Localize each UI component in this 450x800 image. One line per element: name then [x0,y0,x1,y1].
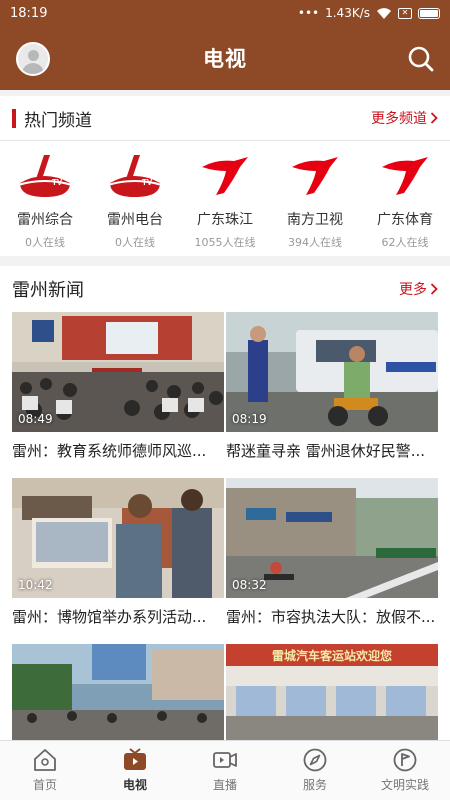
guangdong-tv-logo [382,157,428,195]
tab-service[interactable]: 服务 [270,741,360,800]
tab-label: 首页 [32,778,57,792]
tab-label: 直播 [212,778,237,792]
channel-name: 雷州电台 [107,212,163,228]
more-channels-label: 更多频道 [371,111,427,127]
home-icon [34,749,56,771]
news-title: 雷州新闻 [12,280,84,301]
news-card[interactable] [12,644,224,740]
tv-icon [124,748,146,770]
app-header: 电视 [0,26,450,90]
tab-home[interactable]: 首页 [0,741,90,800]
news-card[interactable]: 雷城汽车客运站欢迎您 [226,644,438,740]
tab-label: 文明实践 [380,778,429,792]
channel-name: 南方卫视 [287,212,343,228]
guangdong-tv-logo [292,157,338,195]
status-dots: ••• [297,6,320,20]
tab-civilization[interactable]: 文明实践 [360,741,450,800]
news-thumbnail: 08:32 [226,478,438,598]
channel-item[interactable]: TV 雷州电台 0人在线 [90,141,180,256]
svg-text:TV: TV [52,178,63,187]
news-card-title: 雷州：博物馆举办系列活动... [12,608,207,626]
news-thumbnail: 08:19 [226,312,438,432]
channel-online-count: 1055人在线 [194,236,256,249]
news-card[interactable]: 08:19 帮迷童寻亲 雷州退休好民警... [226,312,438,461]
guangdong-tv-logo [202,157,248,195]
news-card[interactable]: 08:49 雷州：教育系统师德师风巡... [12,312,224,461]
channel-name: 广东体育 [377,212,433,228]
tab-label: 电视 [122,778,147,792]
video-duration: 08:19 [232,412,267,426]
svg-text:TV: TV [142,178,153,187]
flag-icon [393,748,417,772]
bottom-tab-bar: 首页 电视 直播 服务 文明实践 [0,740,450,800]
station-banner-text: 雷城汽车客运站欢迎您 [272,648,392,663]
chevron-right-icon [430,112,438,124]
channel-item[interactable]: 广东体育 62人在线 [360,141,450,256]
news-card-title: 雷州：市容执法大队：放假不... [226,608,436,626]
channel-item[interactable]: TV 雷州综合 0人在线 [0,141,90,256]
channel-online-count: 394人在线 [288,236,342,249]
channel-item[interactable]: 广东珠江 1055人在线 [180,141,270,256]
leizhou-tv-logo: TV [107,155,163,197]
news-thumbnail [12,644,224,740]
channel-online-count: 62人在线 [381,236,429,249]
leizhou-tv-logo: TV [17,155,73,197]
video-camera-icon [213,752,237,768]
more-news-label: 更多 [399,282,427,298]
tab-tv[interactable]: 电视 [90,741,180,800]
wifi-icon [377,7,391,19]
avatar[interactable] [16,42,50,76]
status-time: 18:19 [10,5,48,21]
section-marker [12,108,16,128]
channel-name: 雷州综合 [17,212,73,228]
news-card-title: 帮迷童寻亲 雷州退休好民警... [226,442,426,460]
video-duration: 08:49 [18,412,53,426]
sim-icon: ✕ [398,7,412,19]
news-thumbnail: 10:42 [12,478,224,598]
channel-list: TV 雷州综合 0人在线 TV 雷州电台 0人在线 广东珠江 1055人在线 南… [0,141,450,256]
chevron-right-icon [430,283,438,295]
hot-channels-section: 热门频道 更多频道 TV 雷州综合 0人在线 TV 雷州电台 0人在线 广东珠江… [0,96,450,256]
status-right: ••• 1.43K/s ✕ [298,6,440,20]
channel-item[interactable]: 南方卫视 394人在线 [270,141,360,256]
news-card-title: 雷州：教育系统师德师风巡... [12,442,207,460]
video-duration: 10:42 [18,578,53,592]
compass-icon [303,748,327,772]
hot-channels-header: 热门频道 更多频道 [0,96,450,140]
news-thumbnail: 雷城汽车客运站欢迎您 [226,644,438,740]
news-header: 雷州新闻 更多 [0,266,450,312]
hot-channels-title: 热门频道 [24,110,92,131]
news-section: 雷州新闻 更多 08:49 雷州：教育系统师德师风巡... 08:19 帮迷童寻… [0,266,450,740]
channel-online-count: 0人在线 [115,236,155,249]
news-card[interactable]: 08:32 雷州：市容执法大队：放假不... [226,478,438,627]
more-news-link[interactable]: 更多 [399,279,438,299]
channel-name: 广东珠江 [197,212,253,228]
page-title: 电视 [203,47,247,71]
news-thumbnail: 08:49 [12,312,224,432]
more-channels-link[interactable]: 更多频道 [371,108,438,128]
status-bar: 18:19 ••• 1.43K/s ✕ [0,0,450,26]
video-duration: 08:32 [232,578,267,592]
net-speed: 1.43K/s [325,6,370,20]
search-icon[interactable] [406,44,436,74]
battery-icon [418,7,440,19]
channel-online-count: 0人在线 [25,236,65,249]
tab-label: 服务 [302,778,327,792]
tab-live[interactable]: 直播 [180,741,270,800]
news-card[interactable]: 10:42 雷州：博物馆举办系列活动... [12,478,224,627]
